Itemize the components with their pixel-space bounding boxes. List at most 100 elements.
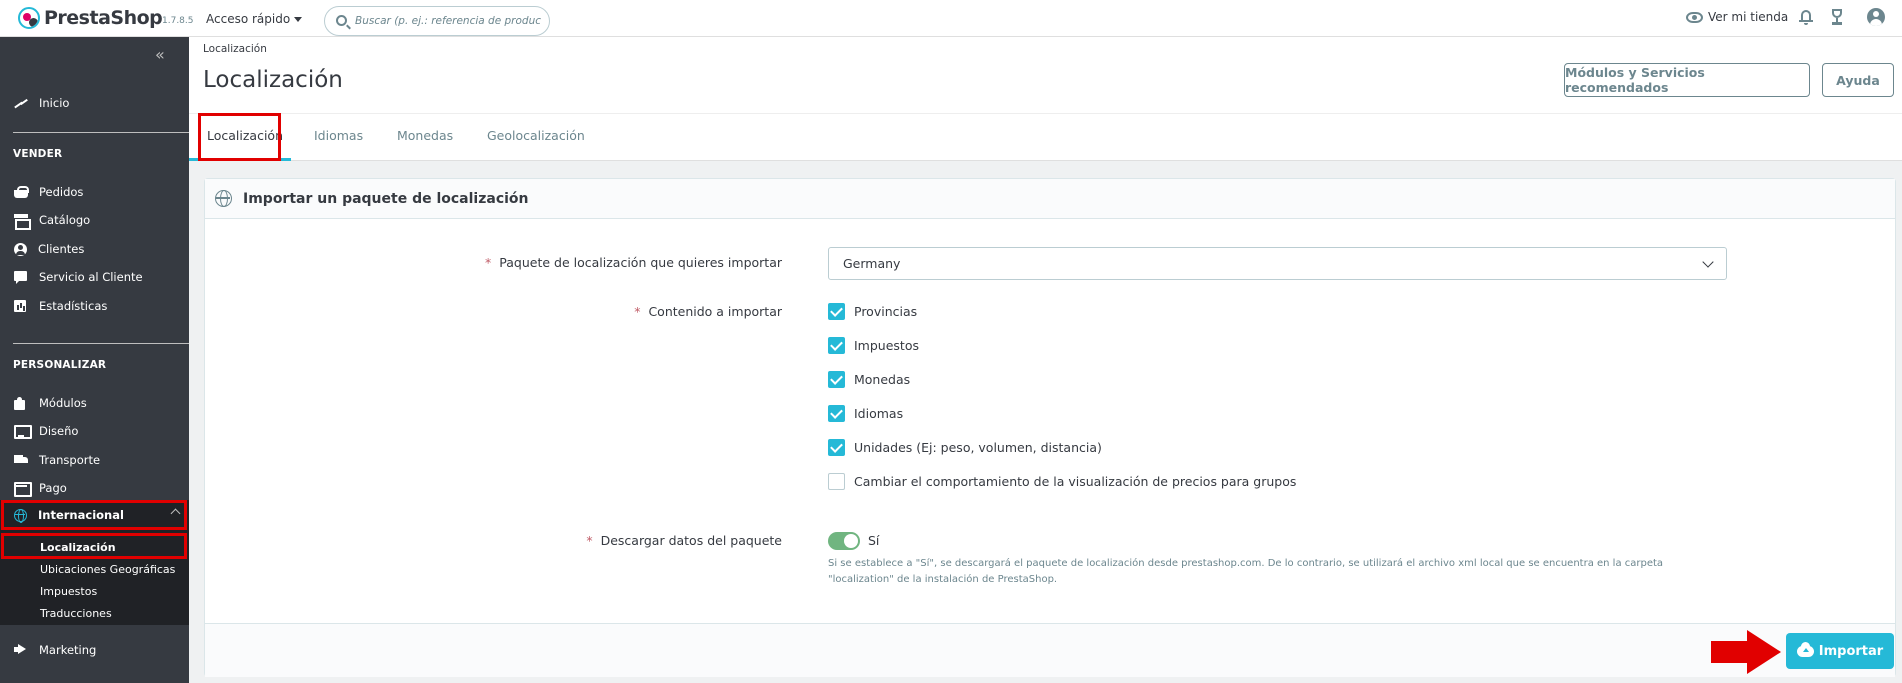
package-label-text: Paquete de localización que quieres impo…	[499, 255, 782, 270]
recommended-modules-button[interactable]: Módulos y Servicios recomendados	[1564, 63, 1810, 97]
checkbox-icon	[828, 371, 845, 388]
package-select-value: Germany	[843, 256, 901, 271]
download-help-text: Si se establece a "Sí", se descargará el…	[828, 558, 1664, 585]
checkbox-currencies[interactable]: Monedas	[828, 371, 910, 388]
sidebar-item-modules[interactable]: Módulos	[0, 391, 189, 415]
breadcrumb[interactable]: Localización	[203, 43, 267, 55]
checkbox-icon	[828, 303, 845, 320]
checkbox-group-prices[interactable]: Cambiar el comportamiento de la visualiz…	[828, 473, 1296, 490]
user-account-icon[interactable]	[1867, 8, 1885, 26]
tab-currencies[interactable]: Monedas	[397, 128, 453, 143]
logo-text: PrestaShop	[44, 7, 163, 29]
checkbox-taxes[interactable]: Impuestos	[828, 337, 919, 354]
tab-languages[interactable]: Idiomas	[314, 128, 363, 143]
divider	[13, 343, 189, 344]
sidebar-item-orders[interactable]: Pedidos	[0, 180, 189, 204]
checkbox-icon	[828, 439, 845, 456]
sidebar-item-label: Estadísticas	[39, 299, 108, 313]
eye-icon	[1686, 11, 1703, 23]
card-title: Importar un paquete de localización	[243, 191, 529, 207]
checkbox-label: Unidades (Ej: peso, volumen, distancia)	[854, 440, 1102, 455]
download-label-text: Descargar datos del paquete	[600, 533, 782, 548]
bell-icon[interactable]	[1799, 9, 1813, 25]
trending-icon	[14, 97, 28, 109]
sidebar-item-label: Pago	[39, 481, 67, 495]
card-footer: Importar	[205, 623, 1895, 677]
submenu-item-taxes[interactable]: Impuestos	[40, 585, 97, 598]
search-placeholder: Buscar (p. ej.: referencia de producto,	[355, 15, 541, 27]
collapse-sidebar-icon[interactable]: «	[155, 45, 165, 64]
prestashop-logo[interactable]: PrestaShop	[18, 7, 163, 29]
version-label: 1.7.8.5	[162, 16, 194, 26]
prestashop-logo-icon	[18, 7, 40, 29]
checkbox-icon	[828, 337, 845, 354]
red-arrow-annotation	[1711, 630, 1781, 674]
content-label-text: Contenido a importar	[648, 304, 782, 319]
sidebar-item-label: Servicio al Cliente	[39, 270, 143, 284]
download-toggle-label: Sí	[868, 533, 880, 548]
checkbox-icon	[828, 473, 845, 490]
sidebar: « Inicio VENDER Pedidos Catálogo Cliente…	[0, 37, 189, 683]
checkbox-states[interactable]: Provincias	[828, 303, 917, 320]
bar-chart-icon	[14, 300, 28, 312]
globe-icon	[215, 190, 232, 207]
sidebar-item-label: Módulos	[39, 396, 87, 410]
highlight-box-tab	[198, 113, 281, 161]
sidebar-item-customers[interactable]: Clientes	[0, 237, 189, 261]
import-button[interactable]: Importar	[1786, 633, 1894, 669]
search-icon	[336, 15, 347, 26]
chevron-down-icon	[1702, 256, 1714, 268]
divider	[13, 132, 189, 133]
quick-access-dropdown[interactable]: Acceso rápido	[206, 12, 303, 26]
view-store-label: Ver mi tienda	[1708, 10, 1789, 24]
sidebar-item-design[interactable]: Diseño	[0, 419, 189, 443]
download-toggle[interactable]	[828, 532, 860, 550]
cloud-upload-icon	[1796, 641, 1814, 657]
top-header: PrestaShop 1.7.8.5 Acceso rápido Buscar …	[0, 0, 1902, 37]
caret-down-icon	[294, 17, 303, 22]
package-select[interactable]: Germany	[828, 247, 1727, 280]
required-marker: *	[586, 533, 593, 548]
monitor-icon	[14, 425, 32, 439]
checkbox-units[interactable]: Unidades (Ej: peso, volumen, distancia)	[828, 439, 1102, 456]
import-button-label: Importar	[1818, 643, 1884, 659]
view-store-link[interactable]: Ver mi tienda	[1686, 10, 1788, 24]
page-header: Localización Localización Módulos y Serv…	[189, 37, 1902, 113]
page-title: Localización	[203, 67, 343, 93]
checkbox-label: Provincias	[854, 304, 918, 319]
basket-icon	[14, 186, 29, 198]
megaphone-icon	[14, 644, 28, 656]
sidebar-item-catalog[interactable]: Catálogo	[0, 208, 189, 232]
sidebar-item-label: Clientes	[38, 242, 85, 256]
puzzle-icon	[14, 397, 28, 410]
submenu-item-geo-locations[interactable]: Ubicaciones Geográficas	[40, 563, 175, 576]
sidebar-item-home[interactable]: Inicio	[0, 91, 189, 115]
sidebar-item-label: Catálogo	[39, 213, 91, 227]
package-label: * Paquete de localización que quieres imp…	[485, 255, 782, 270]
sidebar-item-shipping[interactable]: Transporte	[0, 448, 189, 472]
chat-icon	[14, 271, 28, 284]
person-icon	[14, 242, 27, 256]
submenu-item-translations[interactable]: Traducciones	[40, 607, 112, 620]
required-marker: *	[634, 304, 641, 319]
highlight-box-international	[1, 500, 187, 530]
sidebar-item-label: Inicio	[39, 96, 70, 110]
sidebar-item-marketing[interactable]: Marketing	[0, 638, 189, 662]
truck-icon	[14, 454, 28, 466]
tabs-bar: Localización Idiomas Monedas Geolocaliza…	[189, 113, 1902, 161]
search-input[interactable]: Buscar (p. ej.: referencia de producto,	[324, 6, 550, 36]
help-button[interactable]: Ayuda	[1822, 63, 1894, 97]
sidebar-item-payment[interactable]: Pago	[0, 476, 189, 500]
required-marker: *	[485, 255, 492, 270]
trophy-icon[interactable]	[1829, 9, 1845, 26]
card-header: Importar un paquete de localización	[205, 179, 1895, 219]
checkbox-languages[interactable]: Idiomas	[828, 405, 903, 422]
checkbox-label: Impuestos	[854, 338, 919, 353]
sidebar-item-label: Marketing	[39, 643, 97, 657]
sidebar-item-stats[interactable]: Estadísticas	[0, 294, 189, 318]
checkbox-icon	[828, 405, 845, 422]
quick-access-label: Acceso rápido	[206, 12, 291, 26]
sidebar-item-label: Transporte	[39, 453, 101, 467]
tab-geolocation[interactable]: Geolocalización	[487, 128, 585, 143]
sidebar-item-customer-service[interactable]: Servicio al Cliente	[0, 265, 189, 289]
